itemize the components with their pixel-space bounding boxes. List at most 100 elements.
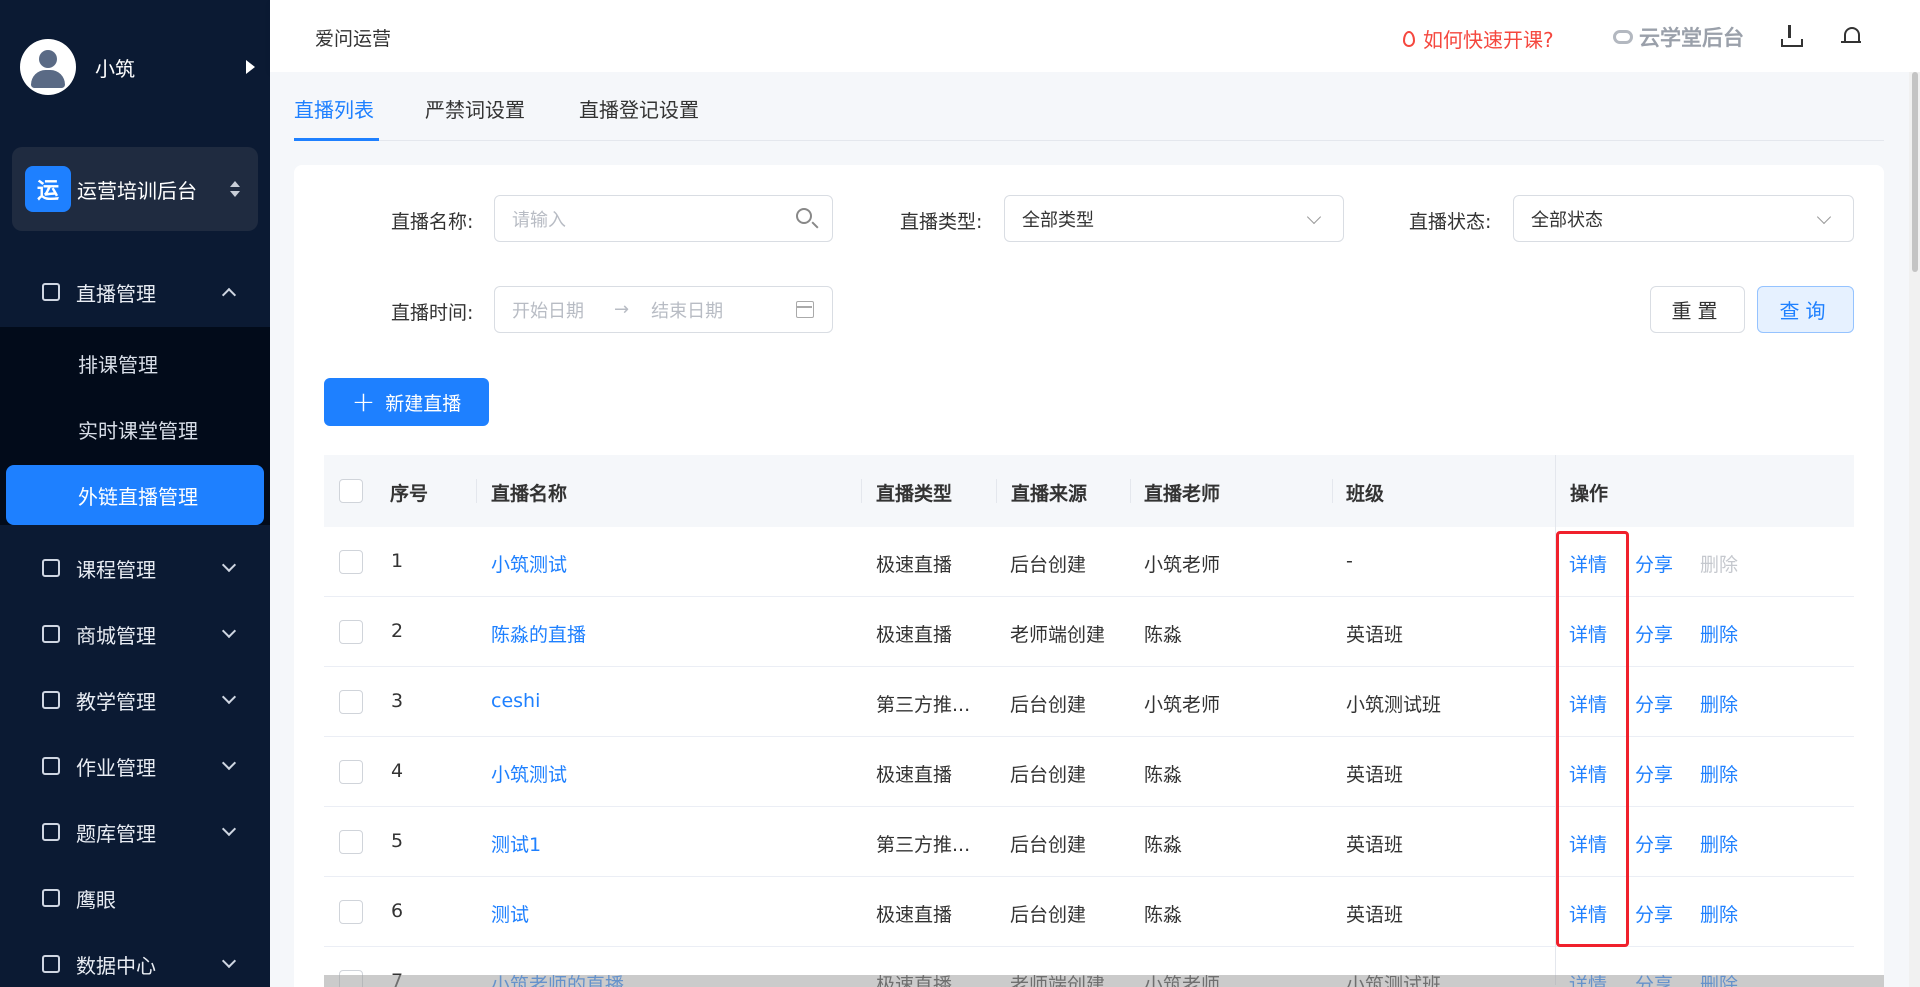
row-checkbox[interactable]: [339, 900, 363, 924]
brand-logo[interactable]: 云学堂后台: [1613, 22, 1744, 52]
horizontal-scrollbar[interactable]: [324, 975, 1884, 987]
delete-link[interactable]: 删除: [1700, 900, 1738, 927]
chevron-down-icon: [221, 623, 237, 639]
delete-link-disabled: 删除: [1700, 554, 1739, 576]
plus-icon: +: [351, 385, 376, 418]
cell-class: -: [1346, 550, 1353, 572]
menu-item-live[interactable]: 直播管理: [0, 262, 270, 322]
brand-logo-icon: [1613, 30, 1633, 44]
live-status-select[interactable]: 全部状态: [1513, 195, 1854, 242]
calendar-icon: [796, 301, 814, 318]
sidebar: 小筑 运 运营培训后台 直播管理 排课管理 实时课堂管理 外链直播管理 课程管理…: [0, 0, 270, 987]
column-divider: [476, 479, 477, 503]
cell-index: 3: [391, 690, 404, 712]
row-checkbox[interactable]: [339, 620, 363, 644]
sort-updown-icon: [230, 181, 240, 197]
org-switcher[interactable]: 运 运营培训后台: [12, 147, 258, 231]
cell-name-link[interactable]: 小筑测试: [491, 550, 567, 577]
live-type-select[interactable]: 全部类型: [1004, 195, 1344, 242]
submenu-item-external-live[interactable]: 外链直播管理: [6, 465, 264, 525]
cell-name-link[interactable]: 测试1: [491, 830, 541, 857]
share-link[interactable]: 分享: [1635, 830, 1673, 857]
table-row: 2 陈淼的直播 极速直播 老师端创建 陈淼 英语班 详情 分享 删除: [324, 597, 1854, 667]
share-link[interactable]: 分享: [1635, 550, 1673, 577]
avatar: [20, 39, 76, 95]
chevron-down-icon: [221, 557, 237, 573]
reset-button[interactable]: 重置: [1650, 286, 1745, 333]
row-checkbox[interactable]: [339, 550, 363, 574]
detail-link[interactable]: 详情: [1569, 550, 1607, 577]
row-checkbox[interactable]: [339, 760, 363, 784]
cell-name-link[interactable]: 测试: [491, 900, 529, 927]
delete-link[interactable]: 删除: [1700, 760, 1738, 787]
table-row: 5 测试1 第三方推... 后台创建 陈淼 英语班 详情 分享 删除: [324, 807, 1854, 877]
menu-item-eagle-eye[interactable]: 鹰眼: [0, 868, 270, 928]
cell-type: 极速直播: [876, 554, 953, 576]
tab-live-list[interactable]: 直播列表: [294, 94, 374, 123]
query-button[interactable]: 查询: [1757, 286, 1854, 333]
cell-teacher: 小筑老师: [1144, 694, 1221, 716]
detail-link[interactable]: 详情: [1569, 690, 1607, 717]
column-divider: [1332, 479, 1333, 503]
quick-start-link[interactable]: 如何快速开课?: [1403, 24, 1554, 53]
cell-source: 后台创建: [1010, 834, 1087, 856]
cell-name-link[interactable]: 陈淼的直播: [491, 620, 586, 647]
org-logo: 运: [25, 166, 71, 212]
menu-item-data-center[interactable]: 数据中心: [0, 934, 270, 987]
submenu-item-schedule[interactable]: 排课管理: [0, 333, 270, 393]
vertical-scrollbar[interactable]: [1909, 72, 1920, 987]
cell-type: 第三方推...: [876, 694, 971, 716]
detail-link[interactable]: 详情: [1569, 900, 1607, 927]
cell-type: 极速直播: [876, 904, 953, 926]
share-link[interactable]: 分享: [1635, 900, 1673, 927]
cell-name-link[interactable]: 小筑测试: [491, 760, 567, 787]
menu-item-question-bank[interactable]: 题库管理: [0, 802, 270, 862]
delete-link[interactable]: 删除: [1700, 690, 1738, 717]
table-row: 4 小筑测试 极速直播 后台创建 陈淼 英语班 详情 分享 删除: [324, 737, 1854, 807]
share-link[interactable]: 分享: [1635, 690, 1673, 717]
detail-link[interactable]: 详情: [1569, 830, 1607, 857]
detail-link[interactable]: 详情: [1569, 760, 1607, 787]
menu-label: 课程管理: [76, 557, 156, 582]
cell-index: 6: [391, 900, 404, 922]
submenu-item-realtime-class[interactable]: 实时课堂管理: [0, 399, 270, 459]
share-link[interactable]: 分享: [1635, 620, 1673, 647]
delete-link[interactable]: 删除: [1700, 620, 1738, 647]
brand-label: 云学堂后台: [1639, 26, 1744, 50]
select-all-checkbox[interactable]: [339, 479, 363, 503]
menu-label: 教学管理: [76, 689, 156, 714]
download-icon[interactable]: [1779, 25, 1803, 47]
new-live-button[interactable]: + 新建直播: [324, 378, 489, 426]
search-placeholder: 请输入: [512, 209, 566, 231]
menu-item-teaching[interactable]: 教学管理: [0, 670, 270, 730]
cell-type: 极速直播: [876, 624, 953, 646]
table-row: 3 ceshi 第三方推... 后台创建 小筑老师 小筑测试班 详情 分享 删除: [324, 667, 1854, 737]
scrollbar-thumb[interactable]: [1912, 72, 1918, 272]
tab-forbidden-words[interactable]: 严禁词设置: [425, 94, 525, 123]
cell-class: 英语班: [1346, 764, 1404, 786]
cell-name-link[interactable]: ceshi: [491, 690, 540, 712]
cell-source: 后台创建: [1010, 554, 1087, 576]
menu-item-store[interactable]: 商城管理: [0, 604, 270, 664]
tab-live-registration[interactable]: 直播登记设置: [579, 94, 699, 123]
live-date-range-picker[interactable]: 开始日期 → 结束日期: [494, 286, 833, 333]
cell-type: 第三方推...: [876, 834, 971, 856]
menu-item-homework[interactable]: 作业管理: [0, 736, 270, 796]
live-name-search-input[interactable]: 请输入: [494, 195, 833, 242]
col-type: 直播类型: [876, 483, 953, 505]
row-checkbox[interactable]: [339, 690, 363, 714]
table-row: 6 测试 极速直播 后台创建 陈淼 英语班 详情 分享 删除: [324, 877, 1854, 947]
bell-icon[interactable]: [1840, 25, 1862, 47]
share-link[interactable]: 分享: [1635, 760, 1673, 787]
row-checkbox[interactable]: [339, 830, 363, 854]
delete-link[interactable]: 删除: [1700, 830, 1738, 857]
detail-link[interactable]: 详情: [1569, 620, 1607, 647]
cell-index: 5: [391, 830, 404, 852]
menu-label: 商城管理: [76, 623, 156, 648]
menu-item-course[interactable]: 课程管理: [0, 538, 270, 598]
column-divider: [861, 479, 862, 503]
cell-source: 后台创建: [1010, 904, 1087, 926]
filter-name-label: 直播名称:: [391, 211, 474, 233]
submenu-label: 排课管理: [78, 352, 158, 377]
user-profile[interactable]: 小筑: [20, 39, 255, 95]
